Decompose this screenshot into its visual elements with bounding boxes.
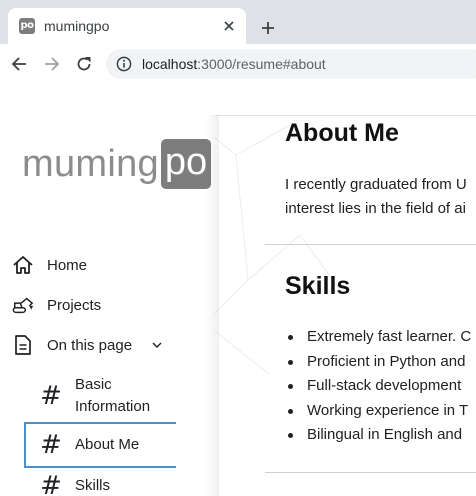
info-icon[interactable] — [116, 56, 132, 72]
skills-list: Extremely fast learner. C Proficient in … — [285, 325, 471, 448]
favicon: po — [19, 18, 35, 34]
about-heading: About Me — [285, 119, 399, 147]
skills-item: Extremely fast learner. C — [285, 325, 471, 350]
about-paragraph: I recently graduated from U interest lie… — [285, 173, 476, 221]
toc-label: About Me — [75, 436, 140, 453]
plus-icon[interactable] — [258, 18, 278, 38]
site-logo[interactable]: muming po — [22, 139, 211, 189]
address-bar[interactable]: localhost:3000/resume#about — [106, 49, 476, 79]
excavator-icon — [12, 294, 34, 316]
toc-skills[interactable]: # Skills — [24, 471, 176, 496]
nav-home[interactable]: Home — [12, 250, 182, 280]
toc-about-me[interactable]: # About Me — [24, 422, 176, 468]
main-content: About Me I recently graduated from U int… — [265, 115, 476, 496]
skills-heading: Skills — [285, 272, 351, 300]
arrow-right-icon[interactable] — [41, 53, 63, 75]
logo-text: muming — [22, 142, 159, 185]
toc-basic-information[interactable]: # Basic Information — [24, 373, 176, 419]
url-path: :3000/resume#about — [197, 56, 326, 72]
url-host: localhost — [142, 56, 198, 72]
nav-home-label: Home — [47, 256, 88, 274]
about-line-1: I recently graduated from U — [285, 176, 467, 193]
tab-strip: po mumingpo — [0, 0, 476, 44]
section-divider — [265, 244, 476, 245]
hash-icon: # — [40, 471, 62, 496]
reload-icon[interactable] — [73, 53, 95, 75]
nav-on-this-page[interactable]: On this page — [12, 330, 182, 360]
hash-icon: # — [40, 381, 62, 411]
sidebar-shadow — [205, 115, 219, 496]
close-icon[interactable] — [219, 16, 239, 36]
nav-projects-label: Projects — [47, 296, 102, 314]
skills-item: Full-stack development — [285, 374, 471, 399]
logo-box: po — [160, 139, 211, 189]
tab-title: mumingpo — [44, 18, 110, 34]
toc-label: Skills — [75, 477, 111, 494]
url-text: localhost:3000/resume#about — [142, 56, 326, 72]
nav-on-this-page-label: On this page — [47, 336, 133, 354]
about-line-2: interest lies in the field of ai — [285, 200, 466, 217]
nav-projects[interactable]: Projects — [12, 290, 182, 320]
section-divider — [265, 472, 476, 473]
sidebar: muming po Home Projects On this page # B… — [0, 115, 215, 496]
home-icon — [12, 254, 34, 276]
chevron-down-icon[interactable] — [150, 338, 164, 352]
web-page: muming po Home Projects On this page # B… — [0, 115, 476, 496]
arrow-left-icon[interactable] — [8, 53, 30, 75]
browser-toolbar: localhost:3000/resume#about — [0, 44, 476, 84]
skills-item: Working experience in T — [285, 399, 471, 424]
browser-tab[interactable]: po mumingpo — [8, 8, 246, 44]
skills-item: Proficient in Python and — [285, 350, 471, 375]
skills-item: Bilingual in English and — [285, 423, 471, 448]
document-icon — [12, 334, 34, 356]
toc-label: Basic Information — [75, 376, 151, 415]
hash-icon: # — [40, 430, 62, 460]
